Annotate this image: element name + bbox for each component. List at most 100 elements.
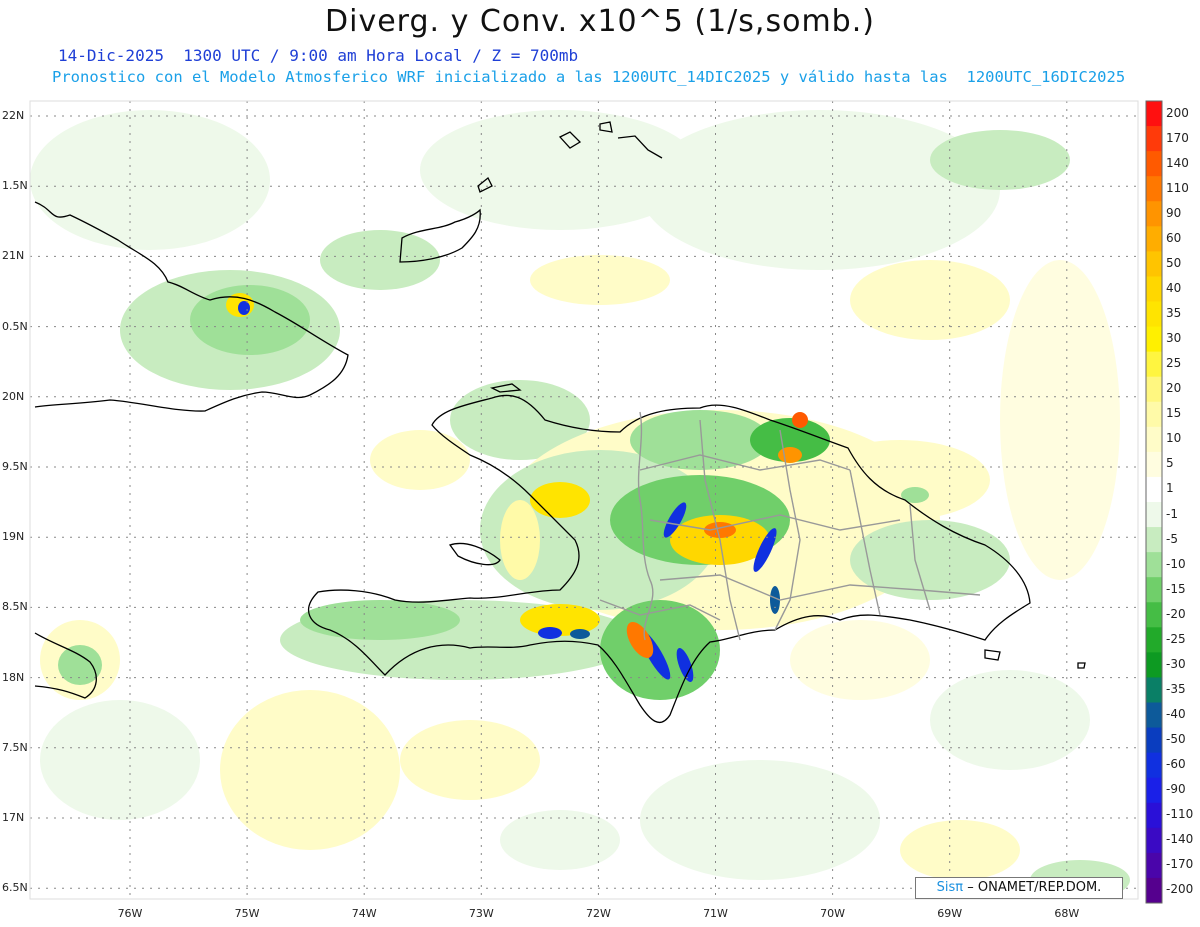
shade-patch (190, 285, 310, 355)
colorbar-label: -50 (1166, 732, 1186, 747)
colorbar-swatch (1146, 777, 1162, 804)
colorbar-label: 140 (1166, 155, 1189, 170)
shade-patch (538, 627, 562, 639)
lat-label: 6.5N (2, 881, 28, 895)
colorbar-swatch (1146, 276, 1162, 302)
colorbar-swatch (1146, 201, 1162, 227)
colorbar-swatch (1146, 727, 1162, 754)
colorbar-label: 35 (1166, 306, 1182, 321)
shade-patch (530, 255, 670, 305)
lat-label: 0.5N (2, 319, 28, 333)
colorbar-label: 15 (1166, 406, 1182, 421)
colorbar-label: -140 (1166, 832, 1194, 847)
credit-box: Sisπ – ONAMET/REP.DOM. (915, 877, 1123, 899)
colorbar-label: -30 (1166, 656, 1186, 671)
lon-label: 76W (117, 907, 143, 920)
colorbar-swatch (1146, 401, 1162, 428)
colorbar-swatch (1146, 301, 1162, 328)
colorbar-label: 30 (1166, 331, 1182, 346)
lat-label: 17N (2, 811, 25, 824)
shade-patch (400, 720, 540, 800)
shade-patch (1000, 260, 1120, 580)
colorbar-swatch (1146, 802, 1162, 829)
colorbar-label: -10 (1166, 556, 1186, 571)
colorbar-label: 200 (1166, 105, 1189, 120)
shade-patch (570, 629, 590, 639)
lat-label: 20N (2, 389, 25, 403)
shade-patch (300, 600, 460, 640)
colorbar-swatch (1146, 702, 1162, 729)
shade-patch (792, 412, 808, 428)
colorbar-swatch (1146, 376, 1162, 403)
shade-patch (630, 410, 770, 470)
colorbar-swatch (1146, 151, 1162, 177)
colorbar-swatch (1146, 827, 1162, 854)
shade-patch (500, 500, 540, 580)
shade-patch (220, 690, 400, 850)
colorbar-label: 20 (1166, 381, 1182, 396)
shade-patch (370, 430, 470, 490)
colorbar-label: 25 (1166, 356, 1182, 371)
colorbar-swatch (1146, 502, 1162, 528)
colorbar (1145, 100, 1163, 904)
colorbar-swatch (1146, 176, 1162, 202)
colorbar-swatch (1146, 326, 1162, 353)
colorbar-label: 90 (1166, 205, 1182, 220)
shade-patch (850, 260, 1010, 340)
colorbar-label: -110 (1166, 807, 1194, 822)
shade-patch (530, 482, 590, 518)
colorbar-swatch (1146, 677, 1162, 703)
colorbar-label: 110 (1166, 180, 1189, 195)
shade-patch (930, 130, 1070, 190)
shade-patch (790, 620, 930, 700)
colorbar-swatch (1146, 552, 1162, 578)
colorbar-label: -40 (1166, 707, 1186, 722)
colorbar-label: -20 (1166, 606, 1186, 621)
colorbar-label: -200 (1166, 882, 1194, 897)
colorbar-label: 10 (1166, 431, 1182, 446)
colorbar-label: 170 (1166, 130, 1189, 145)
shade-patch (40, 700, 200, 820)
colorbar-swatch (1146, 577, 1162, 603)
colorbar-label: 40 (1166, 280, 1182, 295)
colorbar-label: -170 (1166, 857, 1194, 872)
lon-label: 69W (937, 907, 963, 920)
colorbar-swatch (1146, 451, 1162, 478)
colorbar-swatch (1146, 426, 1162, 453)
shade-patch (900, 820, 1020, 880)
lon-label: 70W (820, 907, 846, 920)
shade-patch (640, 760, 880, 880)
colorbar-label: 60 (1166, 230, 1182, 245)
shade-patch (58, 645, 102, 685)
colorbar-swatch (1146, 101, 1162, 127)
colorbar-label: -35 (1166, 681, 1186, 696)
lat-label: 8.5N (2, 600, 28, 614)
colorbar-label: -5 (1166, 531, 1178, 546)
sispi-brand: Sisπ (936, 880, 964, 895)
colorbar-swatch (1146, 126, 1162, 152)
shade-patch (30, 110, 270, 250)
colorbar-label: 5 (1166, 456, 1174, 471)
lon-label: 68W (1054, 907, 1080, 920)
colorbar-swatch (1146, 351, 1162, 378)
colorbar-swatch (1146, 251, 1162, 277)
lon-label: 75W (234, 907, 260, 920)
lat-label: 21N (2, 249, 25, 263)
colorbar-label: -1 (1166, 506, 1178, 521)
shade-patch (238, 301, 250, 315)
colorbar-label: -15 (1166, 581, 1186, 596)
lon-label: 73W (468, 907, 494, 920)
colorbar-swatch (1146, 852, 1162, 879)
colorbar-label: 50 (1166, 255, 1182, 270)
shade-patch (930, 670, 1090, 770)
lon-label: 72W (585, 907, 611, 920)
lat-label: 1.5N (2, 179, 28, 193)
shade-patch (640, 110, 1000, 270)
colorbar-swatch (1146, 627, 1162, 653)
colorbar-swatch (1146, 877, 1162, 904)
lat-label: 19N (2, 530, 25, 544)
colorbar-swatch (1146, 476, 1162, 503)
lat-label: 18N (2, 670, 25, 684)
forecast-map (29, 100, 1163, 904)
lat-label: 22N (2, 109, 25, 122)
